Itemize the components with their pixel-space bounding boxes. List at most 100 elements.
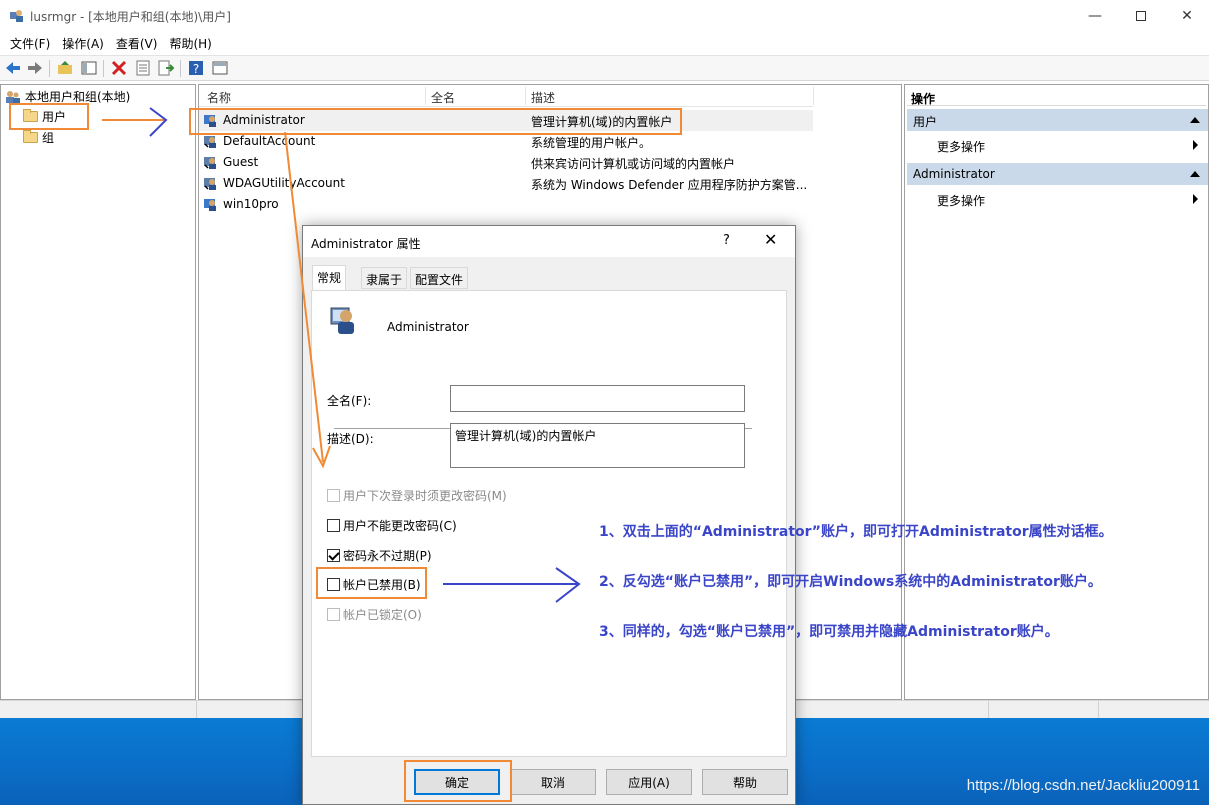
submenu-arrow-icon: [1193, 140, 1198, 150]
back-arrow-icon[interactable]: [4, 59, 22, 77]
maximize-icon: [1136, 11, 1146, 21]
row-name: WDAGUtilityAccount: [223, 176, 345, 190]
status-separator: [1098, 701, 1099, 719]
tree-item-groups[interactable]: 组: [23, 129, 54, 146]
column-separator[interactable]: [525, 87, 526, 105]
help-icon[interactable]: ?: [187, 59, 205, 77]
submenu-arrow-icon: [1193, 194, 1198, 204]
actions-header: 操作: [907, 87, 1206, 106]
menu-view[interactable]: 查看(V): [110, 35, 164, 52]
checkbox-box: [327, 489, 340, 502]
user-icon: [204, 199, 216, 211]
checkbox-box: [327, 608, 340, 621]
column-header-name[interactable]: 名称: [207, 89, 231, 106]
dialog-username: Administrator: [387, 320, 469, 334]
minimize-button[interactable]: —: [1072, 0, 1118, 32]
folder-icon: [23, 130, 38, 143]
actions-section-users[interactable]: 用户: [907, 109, 1208, 131]
maximize-button[interactable]: [1118, 0, 1164, 32]
checkbox-label: 用户下次登录时须更改密码(M): [343, 489, 507, 503]
collapse-icon: [1190, 117, 1200, 123]
user-disabled-icon: [204, 157, 216, 169]
cannot-change-password-checkbox[interactable]: 用户不能更改密码(C): [327, 517, 457, 534]
menu-action[interactable]: 操作(A): [56, 35, 110, 52]
status-separator: [988, 701, 989, 719]
apply-button[interactable]: 应用(A): [606, 769, 692, 795]
user-avatar-icon: [330, 307, 354, 334]
close-window-button[interactable]: ✕: [1164, 0, 1209, 32]
instruction-step-3: 3、同样的，勾选“账户已禁用”，即可禁用并隐藏Administrator账户。: [599, 624, 1059, 640]
actions-section-users-label: 用户: [913, 115, 938, 129]
instruction-step-2: 2、反勾选“账户已禁用”，即可开启Windows系统中的Administrato…: [599, 574, 1102, 590]
status-separator: [196, 701, 197, 719]
toolbar-separator: [180, 60, 181, 77]
row-desc: 系统管理的用户帐户。: [531, 136, 652, 150]
up-folder-icon[interactable]: [56, 59, 74, 77]
tree-pane: 本地用户和组(本地) 用户 组: [0, 84, 196, 700]
minimize-icon: —: [1088, 8, 1102, 24]
checkbox-box-checked: [327, 549, 340, 562]
column-header-fullname[interactable]: 全名: [431, 89, 455, 106]
window-titlebar: lusrmgr - [本地用户和组(本地)\用户] — ✕: [0, 0, 1209, 32]
password-never-expires-checkbox[interactable]: 密码永不过期(P): [327, 547, 432, 564]
instruction-step-1: 1、双击上面的“Administrator”账户，即可打开Administrat…: [599, 524, 1113, 540]
column-separator[interactable]: [813, 87, 814, 105]
tab-general[interactable]: 常规: [312, 265, 347, 290]
highlight-administrator-row: [189, 108, 682, 135]
window-title: lusrmgr - [本地用户和组(本地)\用户]: [30, 10, 231, 24]
toolbar-separator: [103, 60, 104, 77]
tree-item-groups-label: 组: [42, 131, 55, 145]
actions-section-administrator-label: Administrator: [913, 167, 995, 181]
menu-help[interactable]: 帮助(H): [163, 35, 217, 52]
account-locked-checkbox[interactable]: 帐户已锁定(O): [327, 606, 422, 623]
table-row[interactable]: win10pro: [199, 194, 813, 215]
highlight-ok-button: [404, 760, 512, 802]
help-button[interactable]: 帮助: [702, 769, 788, 795]
actions-section-administrator[interactable]: Administrator: [907, 163, 1208, 185]
more-actions-users[interactable]: 更多操作: [937, 138, 985, 155]
forward-arrow-icon[interactable]: [26, 59, 44, 77]
description-label: 描述(D):: [327, 432, 374, 446]
delete-icon[interactable]: [110, 59, 128, 77]
checkbox-label: 用户不能更改密码(C): [343, 519, 457, 533]
watermark: https://blog.csdn.net/Jackliu200911: [966, 777, 1200, 794]
properties-dialog: Administrator 属性 ? ✕ 常规 隶属于 配置文件 Adminis…: [302, 225, 796, 805]
column-header-description[interactable]: 描述: [531, 89, 555, 106]
dialog-title: Administrator 属性: [311, 237, 421, 251]
row-name: Guest: [223, 155, 259, 169]
collapse-icon: [1190, 171, 1200, 177]
fullname-field[interactable]: [450, 385, 745, 412]
row-desc: 供来宾访问计算机或访问域的内置帐户: [531, 157, 736, 171]
user-disabled-icon: [204, 178, 216, 190]
app-icon: [10, 10, 23, 22]
list-header: 名称 全名 描述: [199, 85, 814, 107]
table-row[interactable]: Guest 供来宾访问计算机或访问域的内置帐户: [199, 152, 813, 173]
close-icon: ✕: [1181, 8, 1193, 24]
row-desc: 系统为 Windows Defender 应用程序防护方案管...: [531, 178, 808, 192]
svg-text:?: ?: [193, 62, 199, 76]
menu-file[interactable]: 文件(F): [4, 35, 56, 52]
must-change-password-checkbox[interactable]: 用户下次登录时须更改密码(M): [327, 487, 507, 504]
checkbox-label: 密码永不过期(P): [343, 549, 432, 563]
highlight-account-disabled: [316, 567, 427, 599]
cancel-button[interactable]: 取消: [510, 769, 596, 795]
dialog-titlebar: Administrator 属性 ? ✕: [303, 226, 795, 257]
toolbar: ?: [0, 55, 1209, 81]
description-field[interactable]: 管理计算机(域)的内置帐户: [450, 423, 745, 468]
export-list-icon[interactable]: [157, 59, 175, 77]
dialog-help-button[interactable]: ?: [723, 233, 730, 248]
show-hide-tree-icon[interactable]: [80, 59, 98, 77]
properties-icon[interactable]: [134, 59, 152, 77]
mmc-view-icon[interactable]: [211, 59, 229, 77]
row-name: DefaultAccount: [223, 134, 316, 148]
menu-bar: 文件(F) 操作(A) 查看(V) 帮助(H): [0, 32, 1209, 54]
table-row[interactable]: WDAGUtilityAccount 系统为 Windows Defender …: [199, 173, 813, 194]
row-name: win10pro: [223, 197, 279, 211]
column-separator[interactable]: [425, 87, 426, 105]
user-disabled-icon: [204, 136, 216, 148]
more-actions-administrator[interactable]: 更多操作: [937, 192, 985, 209]
users-group-icon: [6, 90, 20, 103]
tab-member-of[interactable]: 隶属于: [361, 267, 408, 289]
dialog-close-button[interactable]: ✕: [764, 230, 777, 249]
tab-profile[interactable]: 配置文件: [410, 267, 469, 289]
